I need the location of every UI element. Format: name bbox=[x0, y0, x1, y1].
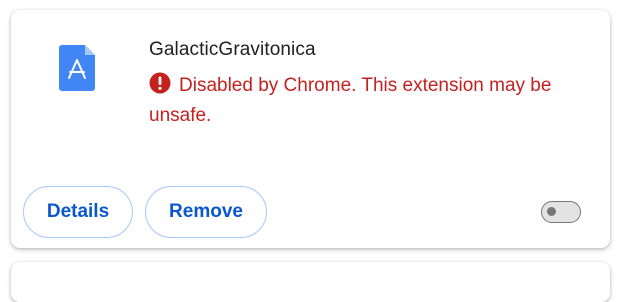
remove-button[interactable]: Remove bbox=[145, 186, 267, 238]
error-circle-icon bbox=[149, 72, 171, 94]
extension-card: GalacticGravitonica Disabled by Chrome. … bbox=[11, 10, 610, 248]
enable-toggle[interactable] bbox=[541, 201, 581, 223]
next-extension-card bbox=[11, 262, 610, 302]
toggle-knob bbox=[547, 207, 556, 216]
extension-name: GalacticGravitonica bbox=[149, 39, 316, 60]
extension-warning: Disabled by Chrome. This extension may b… bbox=[149, 71, 569, 131]
warning-text: Disabled by Chrome. This extension may b… bbox=[149, 75, 552, 126]
details-button[interactable]: Details bbox=[23, 186, 133, 238]
extension-app-icon bbox=[59, 45, 97, 91]
